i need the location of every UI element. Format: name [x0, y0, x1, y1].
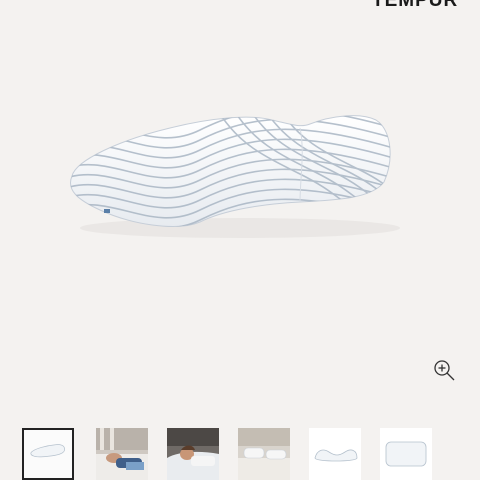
pillow-top-view-thumbnail-icon: [380, 428, 432, 480]
pillow-tag: [104, 209, 110, 213]
pillow-side-sleeper-thumbnail-icon: [167, 428, 219, 480]
thumbnail-4[interactable]: [238, 428, 290, 480]
thumbnail-5[interactable]: [309, 428, 361, 480]
contour-pillow-illustration: [70, 115, 400, 238]
pillow-lifestyle-sleeper-thumbnail-icon: [96, 428, 148, 480]
pillow-side-view-thumbnail-icon: [309, 428, 361, 480]
thumbnail-6[interactable]: [380, 428, 432, 480]
thumbnail-2[interactable]: [96, 428, 148, 480]
thumbnail-strip: [22, 428, 480, 480]
zoom-in-button[interactable]: [432, 358, 456, 382]
main-product-image: [0, 0, 480, 420]
thumbnail-3[interactable]: [167, 428, 219, 480]
zoom-in-icon: [434, 360, 455, 381]
thumbnail-1[interactable]: [22, 428, 74, 480]
pillow-bed-scene-thumbnail-icon: [238, 428, 290, 480]
pillow-product-thumbnail-icon: [24, 430, 72, 478]
